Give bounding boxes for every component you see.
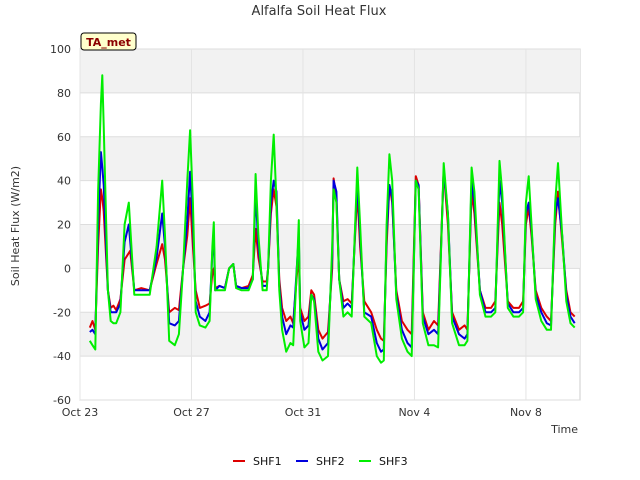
chart-title: Alfalfa Soil Heat Flux	[252, 4, 387, 19]
y-tick-label: 80	[57, 87, 71, 100]
y-axis-ticks: -60-40-20020406080100	[50, 43, 71, 407]
x-axis-title: Time	[550, 423, 578, 436]
x-tick-label: Nov 8	[510, 406, 542, 419]
grid-band	[80, 49, 580, 93]
legend-label-shf3: SHF3	[379, 455, 408, 468]
x-tick-label: Oct 23	[62, 406, 99, 419]
x-tick-label: Nov 4	[398, 406, 430, 419]
y-tick-label: 40	[57, 175, 71, 188]
y-axis-title: Soil Heat Flux (W/m2)	[9, 166, 22, 286]
y-tick-label: 0	[64, 262, 71, 275]
x-axis-ticks: Oct 23 Oct 27 Oct 31 Nov 4 Nov 8	[62, 406, 542, 419]
legend-label-shf1: SHF1	[253, 455, 282, 468]
y-tick-label: -20	[53, 306, 71, 319]
ta-met-badge: TA_met	[80, 32, 137, 51]
grid-band	[80, 136, 580, 181]
legend: SHF1 SHF2 SHF3	[233, 455, 408, 468]
y-tick-label: 60	[57, 131, 71, 144]
x-tick-label: Oct 27	[173, 406, 210, 419]
y-tick-label: 20	[57, 219, 71, 232]
legend-label-shf2: SHF2	[316, 455, 345, 468]
y-tick-label: -40	[53, 350, 71, 363]
badge-label: TA_met	[86, 36, 131, 49]
y-tick-label: 100	[50, 43, 71, 56]
soil-heat-flux-chart: Alfalfa Soil Heat Flux -60-40-2002040608…	[9, 4, 581, 468]
x-tick-label: Oct 31	[285, 406, 322, 419]
